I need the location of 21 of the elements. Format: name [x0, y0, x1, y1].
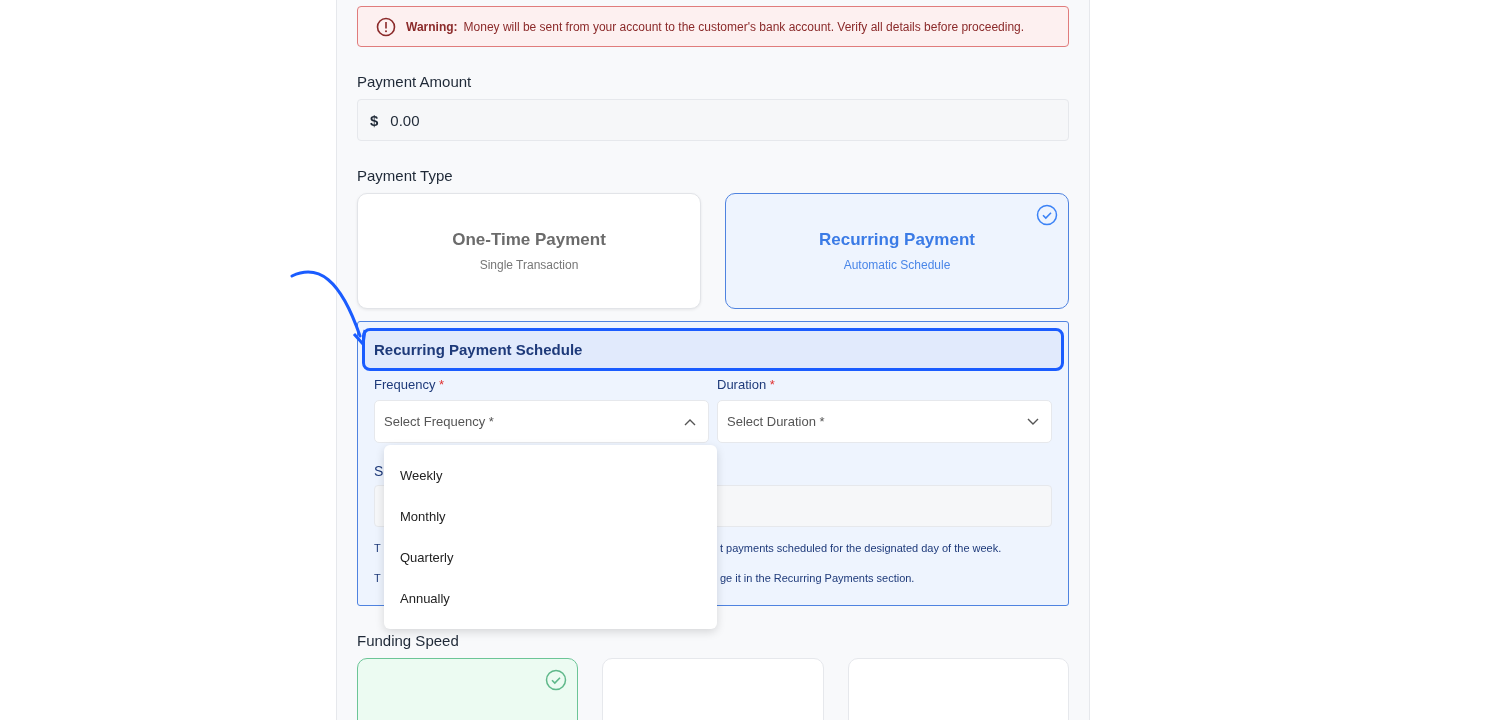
field-label: Frequency: [374, 377, 436, 392]
field-label: Payment Amount: [357, 73, 473, 90]
field-label: Funding Speed: [357, 632, 460, 649]
required-mark: *: [439, 377, 445, 392]
field-label: Duration: [717, 377, 767, 392]
note-text: T: [374, 542, 382, 554]
amount-value: 0.00: [390, 111, 420, 129]
field-label: Payment Type: [357, 167, 454, 184]
card-title: One-Time Payment: [452, 230, 606, 250]
required-mark: *: [769, 377, 775, 392]
currency-symbol: $: [370, 111, 379, 129]
warning-label: Warning:: [406, 19, 458, 34]
note-text: T: [374, 572, 382, 584]
section-heading: Recurring Payment Schedule: [362, 328, 1064, 371]
card-subtitle: Automatic Schedule: [843, 258, 951, 272]
warning-message: Money will be sent from your account to the customer's bank account. Verify all details before proceeding.: [463, 19, 1025, 34]
note-text: ge it in the Recurring Payments section.: [720, 572, 916, 584]
note-text: t payments scheduled for the designated day of the week.: [720, 542, 1003, 554]
card-subtitle: Single Transaction: [479, 258, 579, 272]
card-title: Recurring Payment: [819, 230, 975, 250]
field-label: S: [374, 463, 384, 479]
